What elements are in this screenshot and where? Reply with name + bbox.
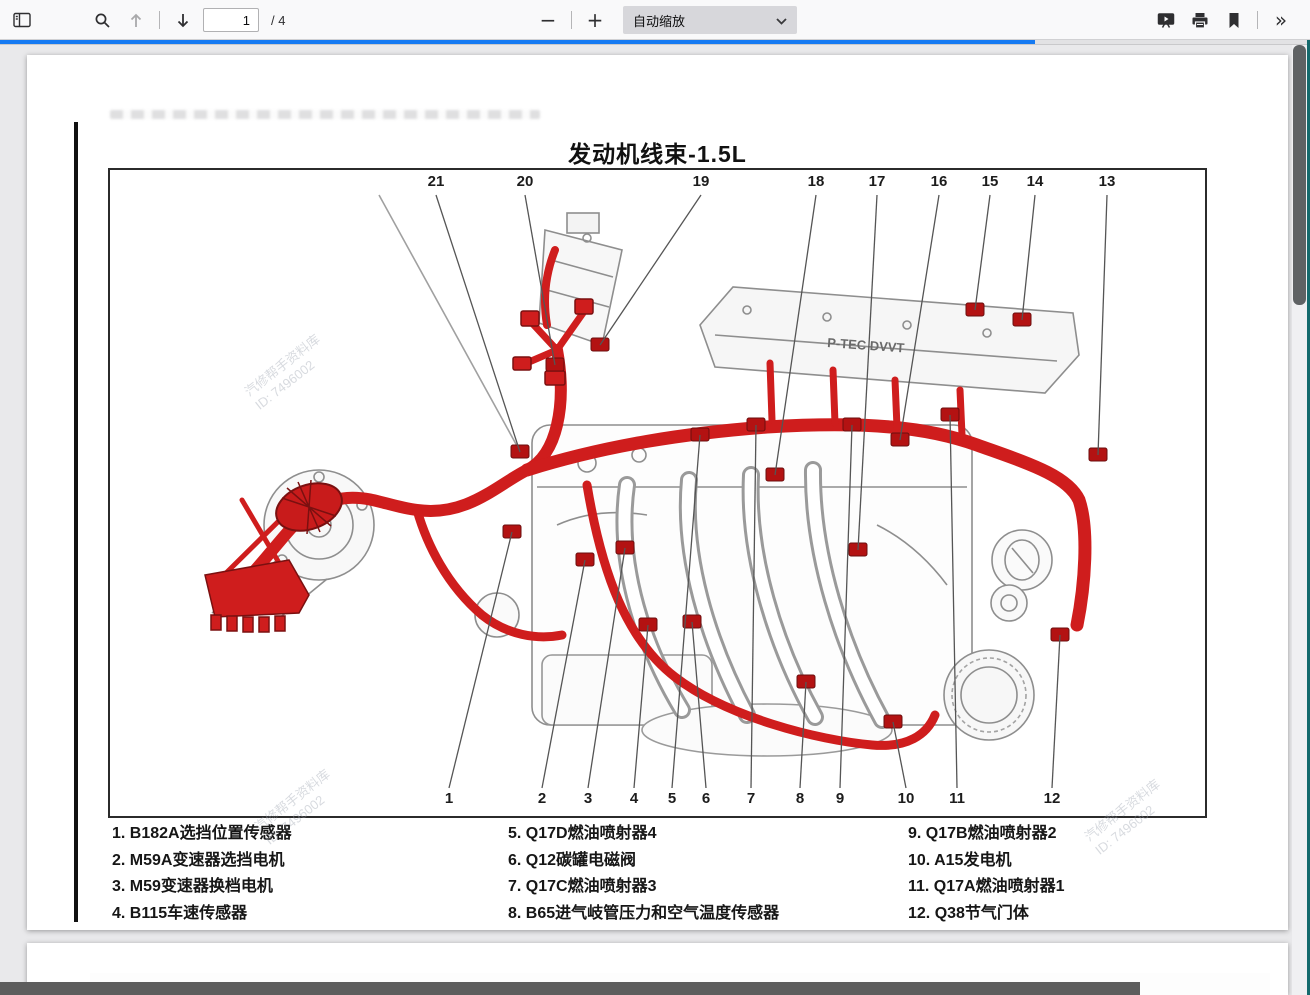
legend-item: 11. Q17A燃油喷射器1 <box>908 874 1208 901</box>
callout-number-14: 14 <box>1027 173 1044 190</box>
search-icon <box>94 12 111 29</box>
diagram-border <box>108 168 1207 818</box>
page-count-label: / 4 <box>271 13 285 28</box>
legend: 1. B182A选挡位置传感器2. M59A变速器选挡电机3. M59变速器换档… <box>112 821 1210 927</box>
sidebar-icon <box>13 12 31 28</box>
find-button[interactable] <box>88 6 116 34</box>
progress-fill <box>0 40 1035 44</box>
minus-icon: − <box>540 10 557 30</box>
callout-number-15: 15 <box>982 173 999 190</box>
callout-number-16: 16 <box>931 173 948 190</box>
callout-number-17: 17 <box>869 173 886 190</box>
callout-number-10: 10 <box>898 790 915 807</box>
presentation-mode-button[interactable] <box>1152 6 1180 34</box>
plus-icon: + <box>587 10 604 30</box>
arrow-up-icon <box>128 12 144 29</box>
callout-number-19: 19 <box>693 173 710 190</box>
double-chevron-icon: » <box>1275 10 1287 30</box>
toggle-sidebar-button[interactable] <box>8 6 36 34</box>
previous-page-button[interactable] <box>122 6 150 34</box>
callout-number-13: 13 <box>1099 173 1116 190</box>
current-view-button[interactable] <box>1220 6 1248 34</box>
toolbar-left-group: / 4 <box>8 0 285 40</box>
pdf-toolbar: / 4 − + 自动缩放 <box>0 0 1310 40</box>
legend-column-2: 5. Q17D燃油喷射器46. Q12碳罐电磁阀7. Q17C燃油喷射器38. … <box>508 821 908 927</box>
pdf-page-1: 发动机线束-1.5L <box>27 55 1288 930</box>
zoom-out-button[interactable]: − <box>534 6 562 34</box>
chevron-down-icon <box>776 13 787 28</box>
next-page-button[interactable] <box>169 6 197 34</box>
bottom-dark-bar <box>0 982 1140 995</box>
legend-item: 6. Q12碳罐电磁阀 <box>508 848 908 875</box>
callout-number-21: 21 <box>428 173 445 190</box>
callout-number-6: 6 <box>702 790 710 807</box>
legend-item: 2. M59A变速器选挡电机 <box>112 848 508 875</box>
cropped-text-artifact <box>110 110 540 119</box>
diagram-title: 发动机线束-1.5L <box>108 135 1207 169</box>
toolbar-divider <box>1257 11 1258 29</box>
legend-item: 3. M59变速器换档电机 <box>112 874 508 901</box>
print-button[interactable] <box>1186 6 1214 34</box>
toolbar-center-group: − + 自动缩放 <box>534 0 797 40</box>
legend-item: 12. Q38节气门体 <box>908 901 1208 928</box>
legend-item: 10. A15发电机 <box>908 848 1208 875</box>
callout-number-18: 18 <box>808 173 825 190</box>
callout-number-2: 2 <box>538 790 546 807</box>
callout-number-12: 12 <box>1044 790 1061 807</box>
callout-number-5: 5 <box>668 790 676 807</box>
vertical-scrollbar-thumb[interactable] <box>1293 45 1306 305</box>
callout-number-7: 7 <box>747 790 755 807</box>
callout-number-4: 4 <box>630 790 638 807</box>
zoom-level-select[interactable]: 自动缩放 <box>623 6 797 34</box>
page-number-input[interactable] <box>203 8 259 32</box>
arrow-down-icon <box>175 12 191 29</box>
callout-number-20: 20 <box>517 173 534 190</box>
callout-number-3: 3 <box>584 790 592 807</box>
toolbar-right-group: » <box>1152 0 1295 40</box>
bookmark-icon <box>1227 12 1241 29</box>
legend-item: 1. B182A选挡位置传感器 <box>112 821 508 848</box>
vertical-scrollbar-track[interactable] <box>1292 45 1307 995</box>
legend-column-1: 1. B182A选挡位置传感器2. M59A变速器选挡电机3. M59变速器换档… <box>112 821 508 927</box>
legend-item: 7. Q17C燃油喷射器3 <box>508 874 908 901</box>
zoom-level-value: 自动缩放 <box>633 11 776 30</box>
legend-column-3: 9. Q17B燃油喷射器210. A15发电机11. Q17A燃油喷射器112.… <box>908 821 1208 927</box>
callout-number-11: 11 <box>949 790 965 807</box>
more-tools-button[interactable]: » <box>1267 6 1295 34</box>
toolbar-divider <box>159 11 160 29</box>
callout-number-8: 8 <box>796 790 804 807</box>
legend-item: 8. B65进气岐管压力和空气温度传感器 <box>508 901 908 928</box>
zoom-in-button[interactable]: + <box>581 6 609 34</box>
callout-number-9: 9 <box>836 790 844 807</box>
toolbar-divider <box>571 11 572 29</box>
section-margin-bar <box>74 122 78 922</box>
callout-number-1: 1 <box>445 790 453 807</box>
legend-item: 9. Q17B燃油喷射器2 <box>908 821 1208 848</box>
printer-icon <box>1191 12 1209 29</box>
legend-item: 4. B115车速传感器 <box>112 901 508 928</box>
loading-progress-track <box>0 40 1310 45</box>
presentation-icon <box>1157 12 1175 29</box>
legend-item: 5. Q17D燃油喷射器4 <box>508 821 908 848</box>
